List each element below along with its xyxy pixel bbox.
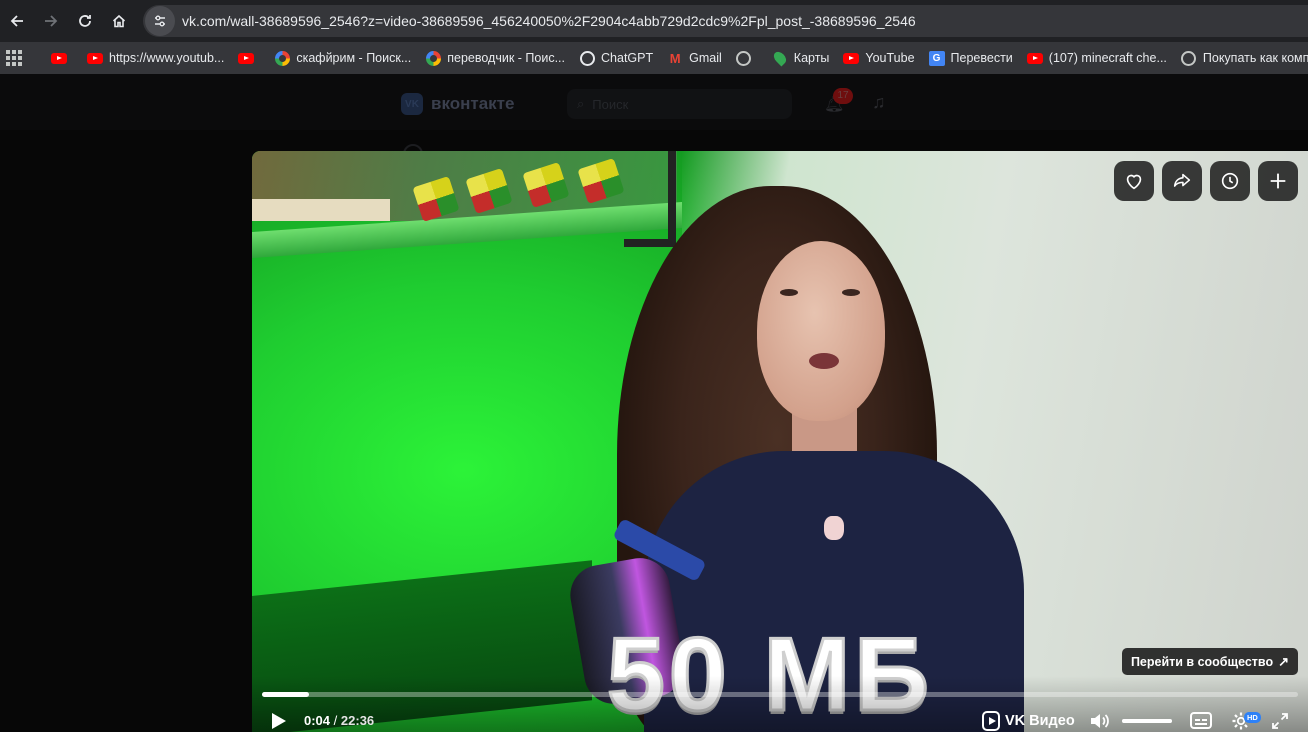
music-icon[interactable]: ♫ (872, 92, 886, 113)
bookmark-maps[interactable]: Карты (765, 44, 837, 72)
fullscreen-icon[interactable] (1270, 711, 1290, 731)
chatgpt-icon (579, 50, 595, 66)
board-game-box (252, 199, 390, 221)
vk-video-link[interactable]: VK Видео (982, 711, 1075, 731)
player-actions (1114, 161, 1298, 201)
site-settings-icon[interactable] (145, 6, 175, 36)
bookmark-label: YouTube (865, 51, 915, 65)
bookmark-youtube-2[interactable] (231, 44, 267, 72)
bookmark-globe[interactable] (729, 44, 765, 72)
progress-fill (262, 692, 309, 697)
google-icon (425, 50, 441, 66)
clock-icon (1221, 172, 1239, 190)
external-arrow-icon: ↗ (1278, 653, 1289, 669)
bookmark-label: Карты (793, 51, 830, 65)
share-arrow-icon (1173, 173, 1191, 187)
bookmark-label: Покупать как комп... (1202, 51, 1308, 65)
bookmark-label: Перевести (950, 51, 1013, 65)
bookmark-gmail[interactable]: M Gmail (660, 44, 729, 72)
youtube-icon (87, 50, 103, 66)
maps-icon (771, 49, 789, 67)
gmail-icon: M (669, 50, 681, 66)
bookmark-minecraft[interactable]: (107) minecraft che... (1020, 44, 1174, 72)
time-display: 0:04 / 22:36 (304, 713, 374, 728)
like-button[interactable] (1114, 161, 1154, 201)
bookmark-label: Gmail (689, 51, 722, 65)
vk-video-label: VK Видео (1005, 713, 1075, 729)
current-time: 0:04 (304, 713, 331, 728)
reload-icon[interactable] (68, 4, 102, 38)
play-button[interactable] (268, 712, 288, 730)
youtube-icon (843, 50, 860, 66)
vk-logo[interactable]: VK вконтакте (401, 93, 514, 115)
bookmark-label: https://www.youtub... (109, 51, 225, 65)
quality-badge: HD (1244, 712, 1261, 723)
bookmark-shop[interactable]: Покупать как комп... (1174, 44, 1308, 72)
controls-shade (252, 676, 1308, 732)
url-text[interactable]: vk.com/wall-38689596_2546?z=video-386895… (182, 13, 916, 29)
bookmark-label: (107) minecraft che... (1048, 51, 1167, 65)
subtitles-icon[interactable] (1190, 712, 1212, 729)
heart-icon (1126, 174, 1142, 190)
add-to-playlist-button[interactable] (1258, 161, 1298, 201)
bookmark-label: переводчик - Поис... (447, 51, 566, 65)
vk-header: VK вконтакте ⌕ Поиск 🔔︎ 17 ♫ (0, 74, 1308, 130)
progress-bar[interactable] (262, 692, 1298, 697)
youtube-icon (51, 50, 67, 66)
watch-later-button[interactable] (1210, 161, 1250, 201)
bookmark-search-skyrim[interactable]: скафйрим - Поиск... (267, 44, 418, 72)
bookmark-label: скафйрим - Поиск... (296, 51, 412, 65)
bookmark-label: ChatGPT (601, 51, 654, 65)
youtube-icon (1026, 50, 1043, 66)
address-bar[interactable]: vk.com/wall-38689596_2546?z=video-386895… (143, 5, 1308, 37)
search-icon: ⌕ (577, 96, 585, 111)
translate-icon: G (928, 50, 945, 66)
bookmark-youtube-url[interactable]: https://www.youtub... (80, 44, 231, 72)
time-separator: / (333, 713, 338, 728)
globe-icon (1181, 50, 1197, 66)
vk-logo-text: вконтакте (431, 94, 515, 113)
share-button[interactable] (1162, 161, 1202, 201)
total-time: 22:36 (340, 713, 375, 728)
bookmark-youtube-home[interactable]: YouTube (836, 44, 921, 72)
bookmarks-bar: https://www.youtub... скафйрим - Поиск..… (0, 42, 1308, 74)
globe-icon (736, 50, 752, 66)
community-button-label: Перейти в сообщество (1130, 654, 1274, 669)
volume-icon[interactable] (1088, 710, 1112, 732)
forward-icon[interactable] (34, 4, 68, 38)
volume-slider[interactable] (1122, 719, 1172, 723)
vk-search-placeholder: Поиск (592, 96, 629, 112)
video-player[interactable]: 50 МБ Перейти в сообщество ↗ 0:04 / 22:3… (252, 151, 1308, 732)
home-icon[interactable] (102, 4, 136, 38)
youtube-icon (238, 50, 255, 66)
plus-icon (1270, 173, 1286, 189)
bookmark-translate[interactable]: G Перевести (922, 44, 1020, 72)
go-to-community-button[interactable]: Перейти в сообщество ↗ (1121, 648, 1298, 675)
google-icon (274, 50, 290, 66)
bookmark-youtube-1[interactable] (44, 44, 80, 72)
bookmark-chatgpt[interactable]: ChatGPT (572, 44, 660, 72)
vk-search-input[interactable]: ⌕ Поиск (567, 89, 792, 119)
vk-logo-icon: VK (401, 93, 423, 115)
browser-toolbar: vk.com/wall-38689596_2546?z=video-386895… (0, 0, 1308, 42)
vk-video-icon (982, 711, 1000, 731)
back-icon[interactable] (0, 4, 34, 38)
apps-grid-icon[interactable] (6, 48, 22, 68)
notification-badge: 17 (833, 88, 853, 104)
volume-level (1122, 719, 1172, 723)
bookmark-search-translator[interactable]: переводчик - Поис... (418, 44, 572, 72)
